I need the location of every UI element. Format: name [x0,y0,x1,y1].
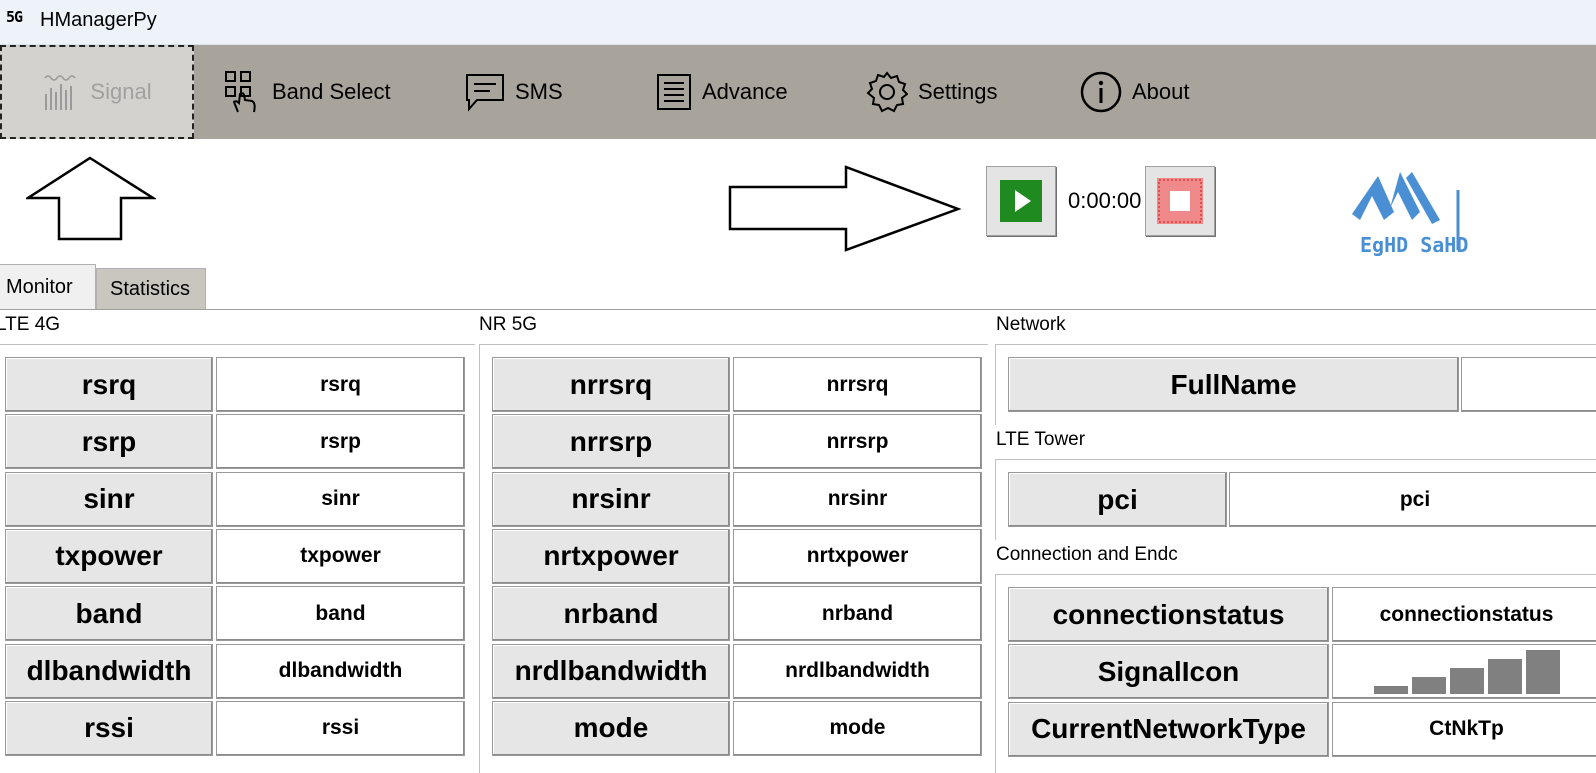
lte-rsrq-key: rsrq [5,357,213,412]
signal-bar [1449,668,1484,695]
toolbar-signal-label: Signal [90,79,152,104]
conn-connectionstatus-key: connectionstatus [1008,587,1329,642]
lte-dlbandwidth-key: dlbandwidth [5,643,213,699]
nr-mode-key: mode [492,700,730,756]
nr-nrrsrp-key: nrrsrp [492,414,730,470]
tab-monitor[interactable]: Monitor [0,264,96,309]
conn-connectionstatus-value: connectionstatus [1332,587,1596,642]
signal-bar [1411,677,1446,695]
signal-icon [44,75,77,110]
conn-currentnetworktype-key: CurrentNetworkType [1008,701,1329,757]
sms-icon [466,74,504,112]
connection-group-title: Connection and Endc [996,544,1178,565]
play-button[interactable] [986,166,1056,236]
nr-nrdlbandwidth-key: nrdlbandwidth [492,643,730,699]
lte-band-key: band [5,586,213,642]
settings-icon [866,71,908,113]
lte-band-value: band [216,586,465,642]
toolbar-sms-label: SMS [515,79,563,104]
lte-tower-title: LTE Tower [996,429,1086,450]
toolbar-settings[interactable]: Settings [866,45,998,139]
lte-txpower-key: txpower [5,528,213,584]
toolbar-advance-label: Advance [702,79,788,104]
timer-display: 0:00:00 [1068,188,1142,213]
toolbar-about-label: About [1132,79,1190,104]
stop-icon [1157,178,1203,224]
signal-bar [1373,686,1408,695]
right-arrow-icon [728,165,962,252]
tab-panel-border [0,309,1596,310]
window-title: HManagerPy [40,9,157,31]
nr-mode-value: mode [733,700,982,756]
nr-nrdlbandwidth-value: nrdlbandwidth [733,643,982,699]
conn-signalicon-key: SignalIcon [1008,644,1329,700]
stop-button[interactable] [1145,166,1215,236]
lte-rsrq-value: rsrq [216,357,465,412]
conn-signalicon-value [1332,644,1596,700]
lte-dlbandwidth-value: dlbandwidth [216,643,465,699]
pci-key: pci [1008,472,1227,527]
signal-bar [1525,650,1560,695]
logo-text: EgHD SaHD [1360,233,1468,257]
lte-rssi-key: rssi [5,700,213,756]
nr-nrsinr-key: nrsinr [492,471,730,527]
tab-statistics[interactable]: Statistics [96,268,206,309]
title-bar: 5G HManagerPy [0,0,1596,45]
signal-bar [1487,659,1522,695]
nr-nrsinr-value: nrsinr [733,471,982,527]
signal-strength-icon [1373,650,1560,695]
toolbar-band-select-label: Band Select [272,79,391,104]
network-group-title: Network [996,314,1066,335]
toolbar-advance[interactable]: Advance [656,45,788,139]
nr-nrtxpower-value: nrtxpower [733,528,982,584]
about-icon [1080,71,1122,113]
pci-value: pci [1229,472,1596,527]
nr-nrband-key: nrband [492,586,730,642]
toolbar-sms[interactable]: SMS [465,45,563,139]
app-icon: 5G [6,8,23,26]
band-select-icon [225,71,256,113]
play-icon [1000,180,1042,222]
nr-nrrsrq-key: nrrsrq [492,357,730,412]
nr-nrrsrq-value: nrrsrq [733,357,982,412]
nr-nrband-value: nrband [733,586,982,642]
advance-icon [657,74,691,110]
toolbar-band-select[interactable]: Band Select [224,45,391,139]
toolbar-signal[interactable]: Signal [0,45,194,139]
toolbar-settings-label: Settings [918,79,998,104]
nr-nrrsrp-value: nrrsrp [733,414,982,470]
conn-currentnetworktype-value: CtNkTp [1332,701,1596,757]
toolbar-about[interactable]: About [1080,45,1190,139]
up-arrow-icon [26,156,156,241]
lte-sinr-value: sinr [216,471,465,527]
main-toolbar: Signal Band Select SMS Advance Settings … [0,45,1596,139]
lte-rsrp-value: rsrp [216,414,465,470]
brand-logo: EgHD SaHD [1352,172,1468,257]
lte-txpower-value: txpower [216,528,465,584]
fullname-value [1461,357,1596,412]
lte-sinr-key: sinr [5,471,213,527]
nr-nrtxpower-key: nrtxpower [492,528,730,584]
lte-rsrp-key: rsrp [5,414,213,470]
lte-rssi-value: rssi [216,700,465,756]
lte-group-title: LTE 4G [0,314,61,335]
nr-group-title: NR 5G [479,314,538,335]
fullname-key: FullName [1008,357,1459,412]
